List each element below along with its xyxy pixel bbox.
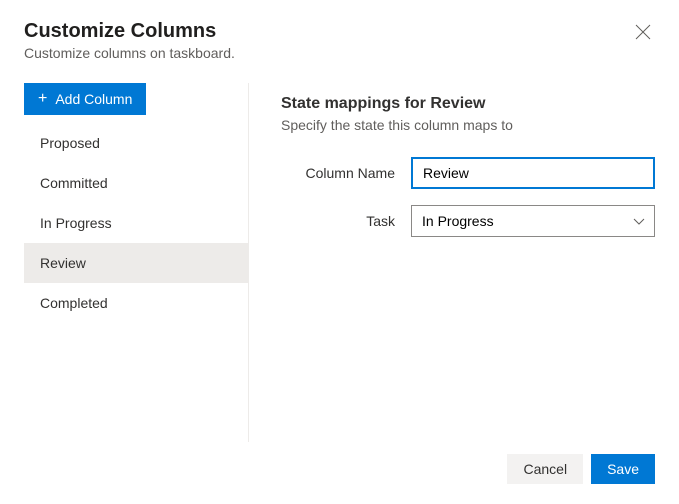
dialog-header: Customize Columns Customize columns on t… [24, 20, 655, 61]
close-icon [635, 24, 651, 43]
cancel-button[interactable]: Cancel [507, 454, 583, 484]
sidebar-item-in-progress[interactable]: In Progress [24, 203, 248, 243]
section-title: State mappings for Review [281, 95, 655, 113]
task-select[interactable] [411, 205, 655, 237]
column-name-row: Column Name [281, 157, 655, 189]
column-list: Proposed Committed In Progress Review Co… [24, 123, 248, 323]
section-subtitle: Specify the state this column maps to [281, 117, 655, 133]
plus-icon: + [38, 91, 47, 107]
task-row: Task [281, 205, 655, 237]
sidebar: + Add Column Proposed Committed In Progr… [24, 83, 249, 442]
title-block: Customize Columns Customize columns on t… [24, 20, 235, 61]
column-name-input[interactable] [411, 157, 655, 189]
sidebar-item-review[interactable]: Review [24, 243, 248, 283]
task-select-wrap [411, 205, 655, 237]
close-button[interactable] [631, 20, 655, 47]
dialog-footer: Cancel Save [24, 442, 655, 484]
add-column-button[interactable]: + Add Column [24, 83, 146, 115]
task-label: Task [281, 213, 411, 229]
sidebar-item-committed[interactable]: Committed [24, 163, 248, 203]
dialog-title: Customize Columns [24, 20, 235, 43]
save-button[interactable]: Save [591, 454, 655, 484]
main-panel: State mappings for Review Specify the st… [249, 83, 655, 442]
sidebar-item-completed[interactable]: Completed [24, 283, 248, 323]
dialog-subtitle: Customize columns on taskboard. [24, 45, 235, 61]
customize-columns-dialog: Customize Columns Customize columns on t… [0, 0, 679, 504]
sidebar-item-proposed[interactable]: Proposed [24, 123, 248, 163]
dialog-body: + Add Column Proposed Committed In Progr… [24, 83, 655, 442]
column-name-label: Column Name [281, 165, 411, 181]
add-column-label: Add Column [55, 91, 132, 107]
